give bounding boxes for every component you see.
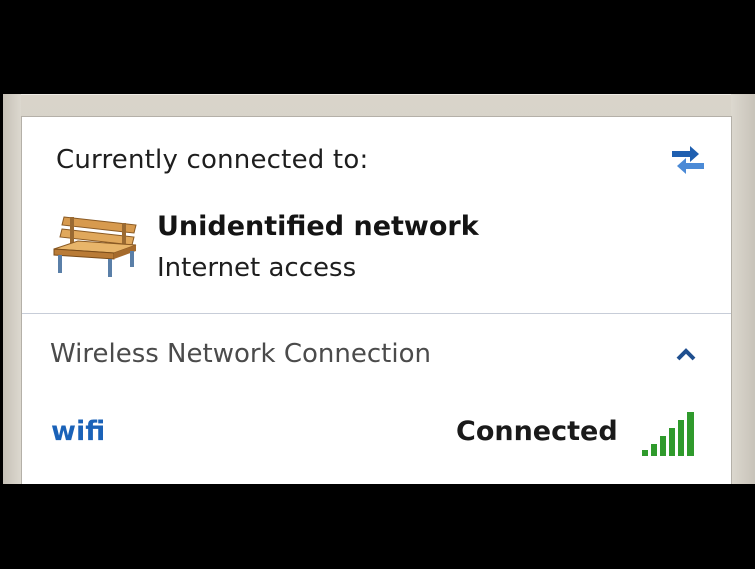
signal-strength-icon bbox=[640, 410, 704, 458]
network-name: Unidentified network bbox=[157, 211, 479, 242]
flyout-frame-left-edge bbox=[3, 94, 21, 484]
wireless-connection-section-label: Wireless Network Connection bbox=[50, 339, 431, 369]
wifi-network-name: wifi bbox=[51, 416, 106, 447]
chevron-up-icon[interactable] bbox=[674, 345, 698, 365]
current-connection-section: Currently connected to: Unidentified net… bbox=[22, 117, 731, 314]
wifi-connection-status: Connected bbox=[456, 416, 618, 447]
flyout-frame-right-edge bbox=[731, 94, 755, 484]
refresh-arrows-icon[interactable] bbox=[666, 137, 710, 177]
wifi-network-item[interactable]: wifi Connected bbox=[32, 402, 722, 460]
letterbox-bottom bbox=[0, 484, 755, 569]
currently-connected-label: Currently connected to: bbox=[56, 145, 369, 175]
public-bench-network-icon bbox=[52, 209, 140, 281]
network-flyout-panel: Currently connected to: Unidentified net… bbox=[21, 116, 732, 485]
network-access-status: Internet access bbox=[157, 253, 357, 283]
